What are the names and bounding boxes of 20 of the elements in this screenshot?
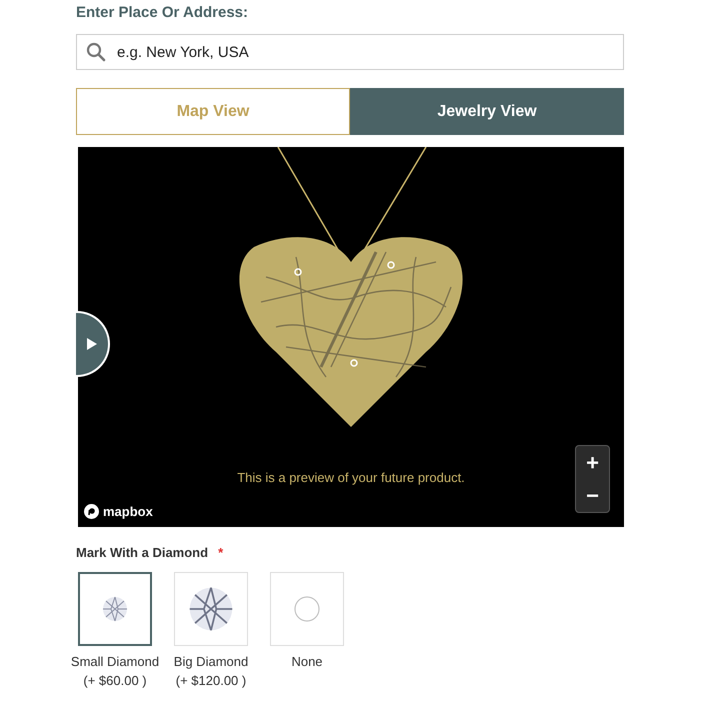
address-label: Enter Place Or Address:	[76, 4, 250, 23]
diamond-icon	[102, 596, 128, 622]
option-price: (+ $120.00 )	[174, 672, 248, 690]
option-name: Big Diamond	[172, 653, 250, 671]
play-icon	[87, 338, 97, 350]
diamond-option[interactable]	[78, 572, 152, 646]
zoom-in-button[interactable]: +	[576, 446, 609, 479]
diamond-label: Mark With a Diamond	[76, 545, 208, 560]
option-name: None	[290, 653, 324, 671]
option-price: (+ $60.00 )	[82, 672, 148, 690]
zoom-out-button[interactable]: −	[576, 479, 609, 512]
preview-caption: This is a preview of your future product.	[237, 470, 465, 485]
diamond-icon	[188, 586, 234, 632]
option-name: Small Diamond	[70, 653, 160, 671]
mapbox-logo-icon	[84, 504, 99, 519]
view-tab[interactable]: Jewelry View	[350, 88, 624, 135]
empty-circle-icon	[294, 596, 320, 622]
required-mark: *	[218, 545, 224, 560]
mapbox-attribution: mapbox	[103, 504, 153, 519]
search-field[interactable]: e.g. New York, USA	[76, 34, 624, 70]
